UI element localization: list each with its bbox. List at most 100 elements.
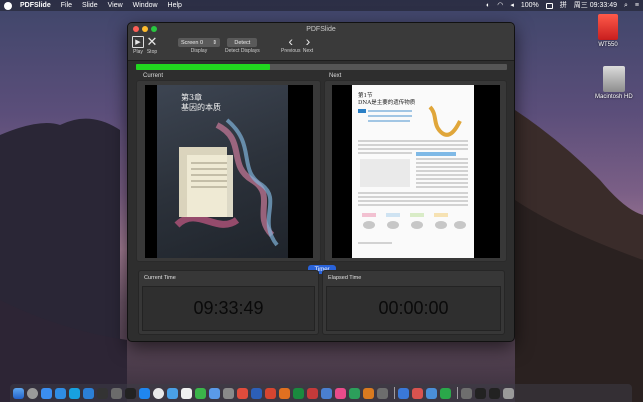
- detect-control: Detect Detect Displays: [225, 38, 260, 54]
- menu-slide[interactable]: Slide: [82, 0, 98, 11]
- dock: [10, 384, 632, 402]
- cloud-icon[interactable]: [139, 387, 150, 399]
- launchpad-icon[interactable]: [27, 387, 38, 399]
- powerpoint-icon[interactable]: [265, 387, 276, 399]
- apple-menu-icon[interactable]: [4, 1, 12, 10]
- desktop-icon-label: WT550: [598, 42, 618, 48]
- current-time-caption: Current Time: [144, 275, 176, 281]
- photo-icon[interactable]: [237, 387, 248, 399]
- terminal-icon[interactable]: [97, 387, 108, 399]
- code-editor-icon[interactable]: [125, 387, 136, 399]
- stop-icon: ✕: [146, 34, 158, 49]
- menu-view[interactable]: View: [108, 0, 123, 11]
- control-center-icon[interactable]: ≡: [635, 0, 639, 11]
- volume-icon[interactable]: ◂: [510, 0, 514, 11]
- previous-button[interactable]: ‹ Previous: [281, 33, 301, 54]
- pdfslide-window: PDFSlide ▶ Play ✕ Stop Screen 0 ⇕ Displa…: [127, 22, 515, 342]
- current-slide-heading: 第3章 基因的本质: [181, 93, 221, 113]
- stop-button[interactable]: ✕ Stop: [146, 34, 158, 55]
- chevron-left-icon: ‹: [288, 33, 294, 49]
- dock-separator: [394, 387, 395, 399]
- chevron-right-icon: ›: [305, 33, 311, 49]
- menu-window[interactable]: Window: [133, 0, 158, 11]
- vlc-icon[interactable]: [363, 387, 374, 399]
- play-icon: ▶: [132, 36, 144, 48]
- calendar-icon[interactable]: [181, 387, 192, 399]
- dna-illustration: [174, 118, 279, 247]
- display-control: Screen 0 ⇕ Display: [178, 38, 220, 54]
- next-slide-page: 第1节 DNA是主要的遗传物质: [352, 85, 474, 258]
- dock-separator: [457, 387, 458, 399]
- wifi-icon[interactable]: ◠: [497, 0, 503, 11]
- next-slide[interactable]: 第1节 DNA是主要的遗传物质: [332, 85, 500, 258]
- hard-disk-icon: [602, 66, 625, 92]
- current-slide[interactable]: 第3章 基因的本质: [145, 85, 313, 258]
- elapsed-time-caption: Elapsed Time: [328, 275, 362, 281]
- previous-label: Previous: [281, 48, 301, 54]
- input-method[interactable]: 拼: [560, 0, 567, 11]
- status-icon[interactable]: ◐: [486, 0, 490, 11]
- monitor-icon[interactable]: [111, 387, 122, 399]
- finder-icon[interactable]: [13, 387, 24, 399]
- elapsed-time-box: Elapsed Time 00:00:00: [322, 270, 505, 335]
- clock[interactable]: 周三 09:33:49: [574, 0, 617, 11]
- close-icon[interactable]: [133, 26, 139, 32]
- minimize-icon[interactable]: [142, 26, 148, 32]
- downloads-icon[interactable]: [398, 387, 409, 399]
- next-panel-label: Next: [329, 73, 342, 79]
- safari-icon[interactable]: [41, 387, 52, 399]
- word-icon[interactable]: [251, 387, 262, 399]
- chat-icon[interactable]: [209, 387, 220, 399]
- app-store-icon[interactable]: [69, 387, 80, 399]
- screen-select-value: Screen 0: [181, 39, 204, 46]
- battery-text[interactable]: 100%: [521, 0, 539, 11]
- player-icon[interactable]: [440, 387, 451, 399]
- settings-icon[interactable]: [223, 387, 234, 399]
- play-label: Play: [133, 49, 143, 55]
- notes-icon[interactable]: [321, 387, 332, 399]
- pdf-icon[interactable]: [307, 387, 318, 399]
- office-icon[interactable]: [279, 387, 290, 399]
- menu-app-name[interactable]: PDFSlide: [20, 0, 51, 11]
- excel-icon[interactable]: [293, 387, 304, 399]
- desktop-icon-wt550[interactable]: WT550: [598, 14, 618, 48]
- current-time-box: Current Time 09:33:49: [138, 270, 319, 335]
- window-preview-icon[interactable]: [489, 387, 500, 399]
- vscode-icon[interactable]: [83, 387, 94, 399]
- music-icon[interactable]: [335, 387, 346, 399]
- elapsed-time-value: 00:00:00: [326, 286, 501, 331]
- display-label: Display: [190, 48, 208, 54]
- drive-icon: [598, 14, 618, 40]
- next-button[interactable]: › Next: [302, 33, 314, 54]
- next-slide-panel: 第1节 DNA是主要的遗传物质: [324, 80, 507, 262]
- menu-file[interactable]: File: [61, 0, 72, 11]
- trash-icon[interactable]: [503, 387, 514, 399]
- search-icon[interactable]: ⌕: [624, 0, 628, 11]
- screen-select[interactable]: Screen 0 ⇕: [178, 38, 220, 47]
- folder-icon[interactable]: [426, 387, 437, 399]
- progress-fill: [136, 64, 270, 70]
- zoom-icon[interactable]: [151, 26, 157, 32]
- menu-help[interactable]: Help: [168, 0, 182, 11]
- current-slide-page: 第3章 基因的本质: [157, 85, 288, 258]
- play-button[interactable]: ▶ Play: [132, 36, 144, 55]
- current-slide-panel: 第3章 基因的本质: [136, 80, 321, 262]
- battery-icon: [545, 2, 553, 9]
- document-icon[interactable]: [461, 387, 472, 399]
- window-controls: [133, 26, 160, 32]
- window-preview-icon[interactable]: [475, 387, 486, 399]
- tool-icon[interactable]: [377, 387, 388, 399]
- sync-icon[interactable]: [349, 387, 360, 399]
- desktop-icon-macintosh-hd[interactable]: Macintosh HD: [595, 66, 633, 100]
- wechat-icon[interactable]: [195, 387, 206, 399]
- chrome-icon[interactable]: [153, 387, 164, 399]
- detect-button[interactable]: Detect: [227, 38, 258, 47]
- current-time-value: 09:33:49: [142, 286, 315, 331]
- title-bar[interactable]: PDFSlide: [128, 23, 514, 35]
- current-slide-title: 基因的本质: [181, 103, 221, 112]
- browser-icon[interactable]: [167, 387, 178, 399]
- next-slide-content: [358, 105, 468, 244]
- pdfslide-icon[interactable]: [412, 387, 423, 399]
- mail-icon[interactable]: [55, 387, 66, 399]
- next-label: Next: [302, 48, 314, 54]
